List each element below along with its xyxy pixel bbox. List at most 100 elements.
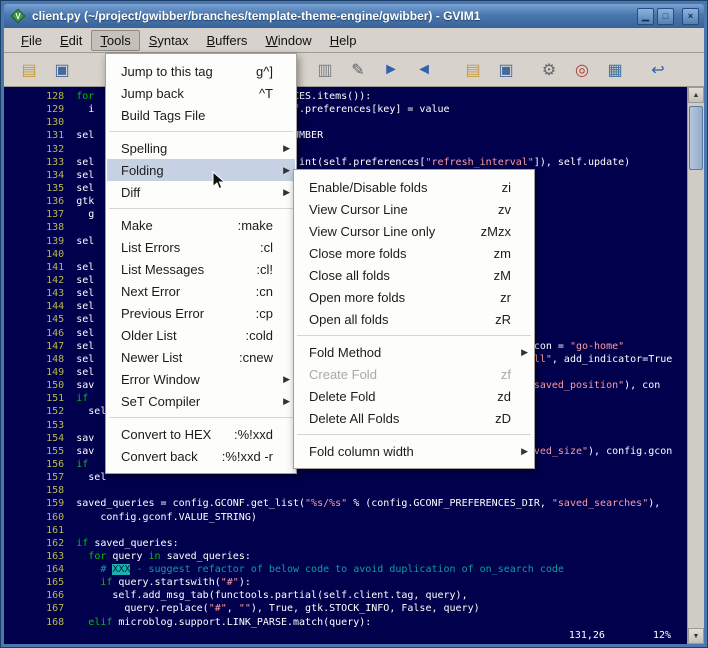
menu-item-jump-back[interactable]: Jump back ^T: [107, 82, 295, 104]
menu-item-build-tags-file[interactable]: Build Tags File: [107, 104, 295, 126]
find-next-icon[interactable]: ►: [378, 57, 404, 83]
menubar-item-window[interactable]: Window: [256, 30, 320, 51]
submenu-arrow-icon: ▶: [283, 164, 290, 175]
code-line-165[interactable]: 165 if query.startswith("#"):: [4, 576, 687, 589]
save-session-icon[interactable]: ▣: [493, 57, 519, 83]
load-session-icon[interactable]: ▤: [460, 57, 486, 83]
maximize-button[interactable]: □: [657, 7, 674, 25]
submenu-arrow-icon: ▶: [283, 186, 290, 197]
menubar-item-tools[interactable]: Tools: [91, 29, 140, 51]
titlebar-controls: ▁ □ ×: [634, 7, 699, 25]
menu-item-open-all-folds[interactable]: Open all folds zR: [295, 308, 533, 330]
code-line-163[interactable]: 163 for query in saved_queries:: [4, 550, 687, 563]
menu-item-shortcut: zR: [495, 311, 511, 327]
menubar-item-buffers[interactable]: Buffers: [197, 30, 256, 51]
run-script-icon[interactable]: ⚙: [536, 57, 562, 83]
close-button[interactable]: ×: [682, 7, 699, 25]
line-number: 137: [4, 209, 77, 221]
code-line-161[interactable]: 161: [4, 524, 687, 537]
menu-item-convert-back[interactable]: Convert back:%!xxd -r: [107, 445, 295, 467]
paste-icon[interactable]: ▥: [312, 57, 338, 83]
menu-item-view-cursor-line-only[interactable]: View Cursor Line only zMzx: [295, 220, 533, 242]
menu-item-label: Make: [121, 217, 153, 233]
help-icon[interactable]: ↩: [645, 57, 671, 83]
line-number: 132: [4, 143, 77, 155]
line-number: 135: [4, 182, 77, 194]
line-number: 128: [4, 91, 77, 102]
menu-item-shortcut: :%!xxd: [233, 426, 273, 442]
menu-item-diff[interactable]: Diff ▶: [107, 181, 295, 203]
menu-item-fold-method[interactable]: Fold Method ▶: [295, 341, 533, 363]
code-line-158[interactable]: 158: [4, 484, 687, 497]
build-tags-icon[interactable]: ◎: [569, 57, 595, 83]
menu-item-set-compiler[interactable]: SeT Compiler ▶: [107, 390, 295, 412]
menu-item-label: SeT Compiler: [121, 393, 201, 409]
menu-item-list-messages[interactable]: List Messages:cl!: [107, 258, 295, 280]
menu-item-older-list[interactable]: Older List :cold: [107, 324, 295, 346]
scrollbar-up-icon[interactable]: ▲: [688, 87, 704, 103]
scrollbar-down-icon[interactable]: ▼: [688, 628, 704, 644]
code-line-167[interactable]: 167 query.replace("#", ""), True, gtk.ST…: [4, 602, 687, 615]
menu-item-shortcut: zi: [501, 179, 511, 195]
line-number: 139: [4, 235, 77, 247]
code-line-160[interactable]: 160 config.gconf.VALUE_STRING): [4, 511, 687, 524]
menu-item-label: Close all folds: [309, 267, 390, 283]
menu-item-delete-all-folds[interactable]: Delete All Folds zD: [295, 407, 533, 429]
code-line-159[interactable]: 159 saved_queries = config.GCONF.get_lis…: [4, 497, 687, 510]
menu-item-open-more-folds[interactable]: Open more folds zr: [295, 286, 533, 308]
line-number: 163: [4, 550, 77, 562]
menu-item-make[interactable]: Make:make: [107, 214, 295, 236]
menu-item-shortcut: zf: [500, 366, 511, 382]
menubar-item-edit[interactable]: Edit: [51, 30, 91, 51]
menu-item-label: Folding: [121, 162, 164, 178]
code-line-168[interactable]: 168 elif microblog.support.LINK_PARSE.ma…: [4, 616, 687, 629]
menu-item-enable-disable-folds[interactable]: Enable/Disable folds zi: [295, 176, 533, 198]
menu-item-view-cursor-line[interactable]: View Cursor Line zv: [295, 198, 533, 220]
menubar-item-help[interactable]: Help: [321, 30, 366, 51]
menu-item-shortcut: :cl: [260, 239, 273, 255]
code-line-166[interactable]: 166 self.add_msg_tab(functools.partial(s…: [4, 589, 687, 602]
menu-item-next-error[interactable]: Next Error:cn: [107, 280, 295, 302]
menu-item-create-fold[interactable]: Create Fold zf: [295, 363, 533, 385]
menu-item-delete-fold[interactable]: Delete Fold zd: [295, 385, 533, 407]
open-file-icon[interactable]: ▤: [16, 57, 42, 83]
code-line-162[interactable]: 162 if saved_queries:: [4, 537, 687, 550]
menu-item-shortcut: :cold: [245, 327, 273, 343]
tag-jump-icon[interactable]: ▦: [602, 57, 628, 83]
find-replace-icon[interactable]: ✎: [345, 57, 371, 83]
menu-item-shortcut: zM: [493, 267, 511, 283]
scrollbar-thumb[interactable]: [689, 106, 703, 170]
scrollbar[interactable]: ▲ ▼: [687, 87, 704, 644]
menu-item-newer-list[interactable]: Newer List:cnew: [107, 346, 295, 368]
menu-item-label: Jump to this tag: [121, 63, 213, 79]
menu-item-folding[interactable]: Folding ▶: [107, 159, 295, 181]
menu-item-label: Diff: [121, 184, 141, 200]
submenu-arrow-icon: ▶: [283, 373, 290, 384]
menu-item-spelling[interactable]: Spelling ▶: [107, 137, 295, 159]
menu-item-fold-column-width[interactable]: Fold column width ▶: [295, 440, 533, 462]
line-number: 129: [4, 104, 77, 116]
menubar-item-file[interactable]: File: [12, 30, 51, 51]
code-line-164[interactable]: 164 # XXX - suggest refactor of below co…: [4, 563, 687, 576]
menu-item-shortcut: g^]: [256, 63, 273, 79]
menu-item-label: Older List: [121, 327, 177, 343]
find-prev-icon[interactable]: ◄: [411, 57, 437, 83]
menu-item-label: Build Tags File: [121, 107, 206, 123]
menu-item-label: Enable/Disable folds: [309, 179, 428, 195]
menu-item-close-more-folds[interactable]: Close more folds zm: [295, 242, 533, 264]
menu-item-list-errors[interactable]: List Errors:cl: [107, 236, 295, 258]
line-number: 146: [4, 327, 77, 339]
menu-item-previous-error[interactable]: Previous Error:cp: [107, 302, 295, 324]
menu-item-convert-to-hex[interactable]: Convert to HEX:%!xxd: [107, 423, 295, 445]
line-number: 131: [4, 130, 77, 142]
line-number: 154: [4, 432, 77, 444]
line-number: 150: [4, 380, 77, 392]
save-file-icon[interactable]: ▣: [49, 57, 75, 83]
menu-item-jump-to-this-tag[interactable]: Jump to this tag g^]: [107, 60, 295, 82]
menu-item-close-all-folds[interactable]: Close all folds zM: [295, 264, 533, 286]
menubar-item-syntax[interactable]: Syntax: [140, 30, 198, 51]
titlebar[interactable]: V client.py (~/project/gwibber/branches/…: [4, 4, 704, 28]
minimize-button[interactable]: ▁: [637, 7, 654, 25]
menu-item-error-window[interactable]: Error Window ▶: [107, 368, 295, 390]
menu-item-label: Error Window: [121, 371, 200, 387]
